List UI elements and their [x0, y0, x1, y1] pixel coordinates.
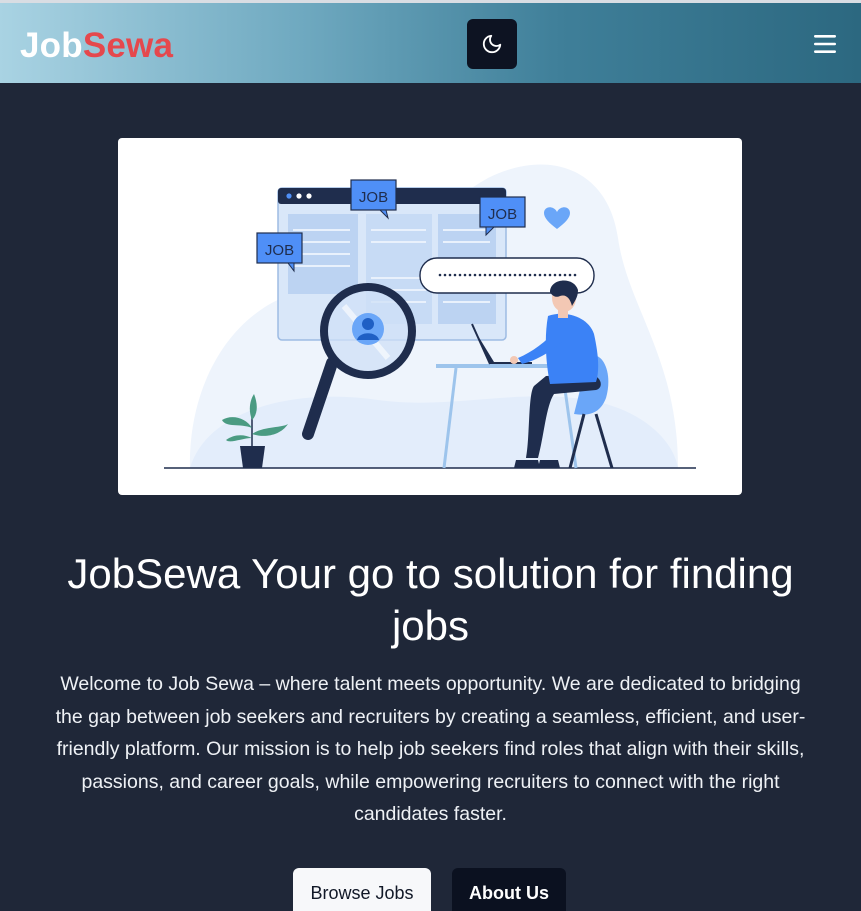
browse-jobs-button[interactable]: Browse Jobs	[293, 868, 431, 911]
hamburger-menu-icon	[814, 35, 836, 53]
brand-logo[interactable]: JobSewa	[20, 25, 173, 67]
about-us-button[interactable]: About Us	[452, 868, 566, 911]
menu-button[interactable]	[810, 31, 840, 57]
hero-description: Welcome to Job Sewa – where talent meets…	[55, 673, 806, 825]
hero-image-card: JOB JOB JOB	[118, 138, 742, 495]
theme-toggle-button[interactable]	[467, 19, 517, 69]
navbar: JobSewa	[0, 3, 861, 83]
brand-sewa-text: Sewa	[82, 26, 174, 65]
hero-headline: JobSewa Your go to solution for finding …	[67, 550, 794, 649]
svg-text:JOB: JOB	[359, 189, 388, 206]
svg-text:JOB: JOB	[488, 206, 517, 223]
svg-text:JOB: JOB	[265, 242, 294, 259]
job-search-illustration: JOB JOB JOB	[164, 164, 696, 469]
brand-job-text: Job	[20, 26, 83, 65]
moon-icon	[482, 34, 502, 54]
